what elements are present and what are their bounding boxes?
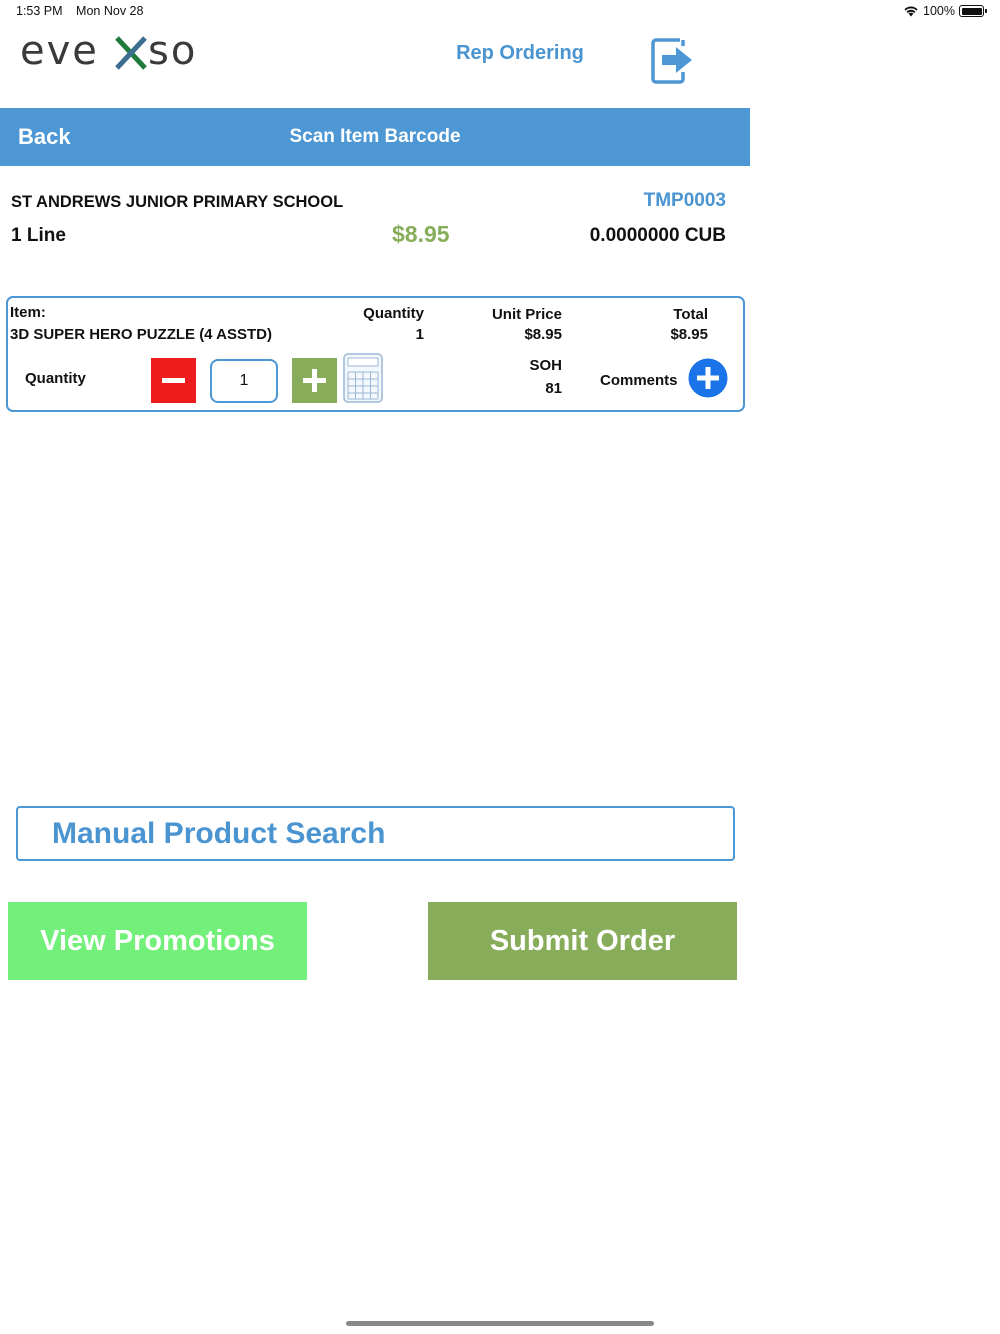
total-value: $8.95 (670, 326, 708, 343)
decrease-quantity-button[interactable] (151, 358, 196, 403)
evexso-logo: eve so (20, 26, 220, 76)
soh-value: 81 (545, 380, 562, 397)
unit-price-value: $8.95 (524, 326, 562, 343)
view-promotions-button[interactable]: View Promotions (8, 902, 307, 980)
logo-graphic: eve so (20, 28, 197, 74)
nav-title: Scan Item Barcode (289, 126, 461, 147)
item-label: Item: (10, 304, 46, 321)
manual-product-search-button[interactable]: Manual Product Search (16, 806, 735, 861)
keypad-button[interactable] (343, 353, 383, 403)
calculator-icon (343, 353, 383, 403)
battery-icon (959, 5, 987, 17)
submit-order-button[interactable]: Submit Order (428, 902, 737, 980)
soh-header: SOH (529, 357, 562, 374)
quantity-control-label: Quantity (25, 370, 86, 387)
home-indicator[interactable] (346, 1321, 654, 1326)
order-code: TMP0003 (643, 190, 726, 211)
status-time: 1:53 PM (16, 4, 63, 18)
back-button[interactable]: Back (18, 124, 71, 150)
order-total: $8.95 (392, 221, 450, 247)
plus-circle-icon (688, 358, 728, 398)
comments-label: Comments (600, 372, 678, 389)
item-name: 3D SUPER HERO PUZZLE (4 ASSTD) (10, 326, 272, 343)
add-comment-button[interactable] (688, 358, 728, 398)
svg-text:eve: eve (20, 28, 99, 74)
quantity-header: Quantity (363, 305, 424, 322)
svg-text:so: so (148, 28, 197, 74)
status-date: Mon Nov 28 (76, 4, 144, 18)
status-bar-right: 100% (903, 4, 987, 18)
increase-quantity-button[interactable] (292, 358, 337, 403)
quantity-input[interactable] (210, 359, 278, 403)
unit-price-header: Unit Price (491, 306, 562, 323)
wifi-icon (904, 6, 918, 17)
status-bar-left: 1:53 PM Mon Nov 28 (16, 4, 153, 18)
page-header-title: Rep Ordering (456, 42, 584, 64)
customer-name: ST ANDREWS JUNIOR PRIMARY SCHOOL (11, 193, 344, 211)
battery-percent: 100% (923, 4, 955, 18)
quantity-value: 1 (415, 326, 424, 343)
logout-button[interactable] (650, 32, 696, 86)
total-header: Total (673, 306, 708, 323)
order-cube: 0.0000000 CUB (589, 225, 726, 246)
line-count: 1 Line (11, 225, 66, 246)
logout-icon (651, 38, 692, 84)
